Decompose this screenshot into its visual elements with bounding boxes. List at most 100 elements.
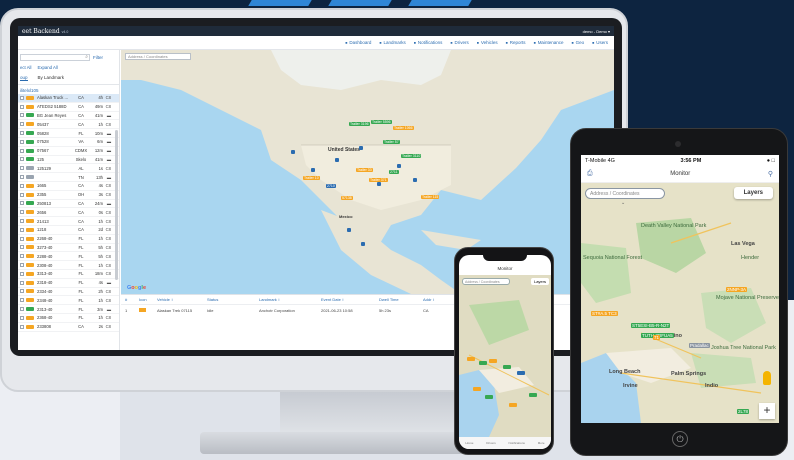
- list-item[interactable]: 1218 CA 2d C8: [18, 226, 119, 235]
- row-checkbox[interactable]: [20, 263, 24, 268]
- list-item[interactable]: 2268-40 FL 1h C8: [18, 235, 119, 244]
- map-marker[interactable]: ST#A.5 TC3: [591, 311, 618, 316]
- tab-by-landmark[interactable]: By Landmark: [38, 75, 65, 81]
- collapse-all-link[interactable]: ect All: [20, 65, 31, 70]
- nav-maintenance[interactable]: Maintenance: [534, 40, 564, 45]
- row-checkbox[interactable]: [20, 104, 24, 109]
- expand-all-link[interactable]: Expand All: [37, 65, 57, 70]
- tab-by-group[interactable]: oup: [20, 75, 28, 81]
- map-pin-icon[interactable]: [413, 178, 417, 182]
- nav-dashboard[interactable]: Dashboard: [345, 40, 371, 45]
- map-marker[interactable]: 57138: [341, 196, 353, 200]
- col-vehicle[interactable]: Vehicle ↕: [157, 297, 207, 302]
- nav-notifications[interactable]: Notifications: [414, 40, 443, 45]
- map-marker[interactable]: Trailer 57: [383, 140, 400, 144]
- col-address[interactable]: Addr ↕: [423, 297, 443, 302]
- map-pin-icon[interactable]: [489, 359, 497, 363]
- list-item[interactable]: 2308-40 FL 1h C8: [18, 261, 119, 270]
- row-checkbox[interactable]: [20, 219, 24, 224]
- map-pin-icon[interactable]: [473, 387, 481, 391]
- map-marker[interactable]: Trailer 1066: [393, 126, 414, 130]
- row-checkbox[interactable]: [20, 280, 24, 285]
- row-checkbox[interactable]: [20, 157, 24, 162]
- list-item[interactable]: 1665 CA 4s C8: [18, 182, 119, 191]
- row-checkbox[interactable]: [20, 254, 24, 259]
- map-marker[interactable]: 2L78: [737, 409, 750, 414]
- map-pin-icon[interactable]: [335, 158, 339, 162]
- map-pin-icon[interactable]: [529, 393, 537, 397]
- row-checkbox[interactable]: [20, 166, 24, 171]
- list-item[interactable]: 2334-40 FL 2h C8: [18, 288, 119, 297]
- zoom-in-button[interactable]: +: [759, 403, 775, 419]
- nav-geo[interactable]: Geo: [571, 40, 585, 45]
- map-pin-icon[interactable]: [509, 403, 517, 407]
- map-pin-icon[interactable]: [311, 168, 315, 172]
- list-item[interactable]: 2368-40 FL 1h C8: [18, 314, 119, 323]
- list-item[interactable]: 2318-40 FL 4s ▬: [18, 279, 119, 288]
- map-pin-icon[interactable]: [347, 228, 351, 232]
- list-item[interactable]: Alaskan Truck ... CA 4h C8: [18, 94, 119, 103]
- row-checkbox[interactable]: [20, 122, 24, 127]
- tablet-map[interactable]: Address / Coordinates ⌄ Layers Death Val…: [581, 183, 779, 423]
- power-icon[interactable]: ⏻: [672, 431, 688, 447]
- nav-drivers[interactable]: Drivers: [450, 40, 469, 45]
- map-pin-icon[interactable]: [467, 357, 475, 361]
- list-item[interactable]: 3313-40 FL 18m C8: [18, 270, 119, 279]
- nav-reports[interactable]: Reports: [506, 40, 526, 45]
- list-item[interactable]: 2355 OH 3s C8: [18, 191, 119, 200]
- tablet-search-input[interactable]: Address / Coordinates: [585, 188, 665, 199]
- list-item[interactable]: 125129 AL 1s C8: [18, 164, 119, 174]
- row-checkbox[interactable]: [20, 271, 24, 276]
- tab-notifications[interactable]: Notifications: [509, 441, 525, 445]
- map-marker[interactable]: Trailer 3110: [401, 154, 422, 158]
- map-pin-icon[interactable]: [479, 361, 487, 365]
- list-item[interactable]: 2313-40 FL 3m ▬: [18, 305, 119, 314]
- map-pin-icon[interactable]: [503, 365, 511, 369]
- tab-drivers[interactable]: Drivers: [486, 441, 496, 445]
- group-label[interactable]: ilitelxl105: [18, 85, 119, 94]
- row-checkbox[interactable]: [20, 210, 24, 215]
- row-checkbox[interactable]: [20, 315, 24, 320]
- col-icon[interactable]: Icon: [139, 297, 157, 302]
- map-pin-icon[interactable]: [517, 371, 525, 375]
- map-marker[interactable]: ST5ESI-B5-R-N2T: [631, 323, 671, 328]
- list-item[interactable]: ATEDS2 5188D CA 49m C8: [18, 103, 119, 112]
- phone-search-input[interactable]: Address / Coordinates: [462, 278, 510, 285]
- list-item[interactable]: 05828 FL 10m ▬: [18, 129, 119, 138]
- row-checkbox[interactable]: [20, 201, 24, 206]
- filter-link[interactable]: Filter: [93, 55, 103, 60]
- map-pin-icon[interactable]: [397, 164, 401, 168]
- list-item[interactable]: 21413 CA 1h C8: [18, 217, 119, 226]
- row-checkbox[interactable]: [20, 298, 24, 303]
- list-item[interactable]: 3273-40 FL 5h C8: [18, 244, 119, 253]
- chevron-down-icon[interactable]: ⌄: [621, 200, 625, 206]
- row-checkbox[interactable]: [20, 183, 24, 188]
- map-pin-icon[interactable]: [377, 182, 381, 186]
- user-menu[interactable]: demo - Demo ▾: [583, 29, 610, 34]
- col-landmark[interactable]: Landmark ↕: [259, 297, 321, 302]
- row-checkbox[interactable]: [20, 307, 24, 312]
- map-pin-icon[interactable]: [291, 150, 295, 154]
- map-pin-icon[interactable]: [485, 395, 493, 399]
- list-item[interactable]: 2348-40 FL 1h C8: [18, 296, 119, 306]
- street-view-pegman-icon[interactable]: [763, 371, 771, 385]
- row-checkbox[interactable]: [20, 245, 24, 250]
- row-checkbox[interactable]: [20, 227, 24, 232]
- row-checkbox[interactable]: [20, 192, 24, 197]
- map-pin-icon[interactable]: [359, 146, 363, 150]
- nav-landmarks[interactable]: Landmarks: [379, 40, 406, 45]
- map-marker[interactable]: Trailer 10: [303, 176, 320, 180]
- map-marker[interactable]: 2710: [326, 184, 336, 188]
- list-item[interactable]: 2656 CA 0s C8: [18, 208, 119, 218]
- list-item[interactable]: 07567 CDMX 12m ▬: [18, 147, 119, 156]
- nav-vehicles[interactable]: Vehicles: [477, 40, 498, 45]
- list-item[interactable]: 05437 CA 1h C8: [18, 120, 119, 130]
- list-item[interactable]: 07528 VA 6m ▬: [18, 138, 119, 147]
- phone-map[interactable]: Address / Coordinates Layers: [459, 275, 551, 437]
- row-checkbox[interactable]: [20, 148, 24, 153]
- map-marker[interactable]: Trailer 3196: [349, 122, 370, 126]
- col-index[interactable]: #: [125, 297, 139, 302]
- map-pin-icon[interactable]: [361, 242, 365, 246]
- map-search-input[interactable]: Address / Coordinates: [125, 53, 191, 60]
- col-event-date[interactable]: Event Date ↕: [321, 297, 379, 302]
